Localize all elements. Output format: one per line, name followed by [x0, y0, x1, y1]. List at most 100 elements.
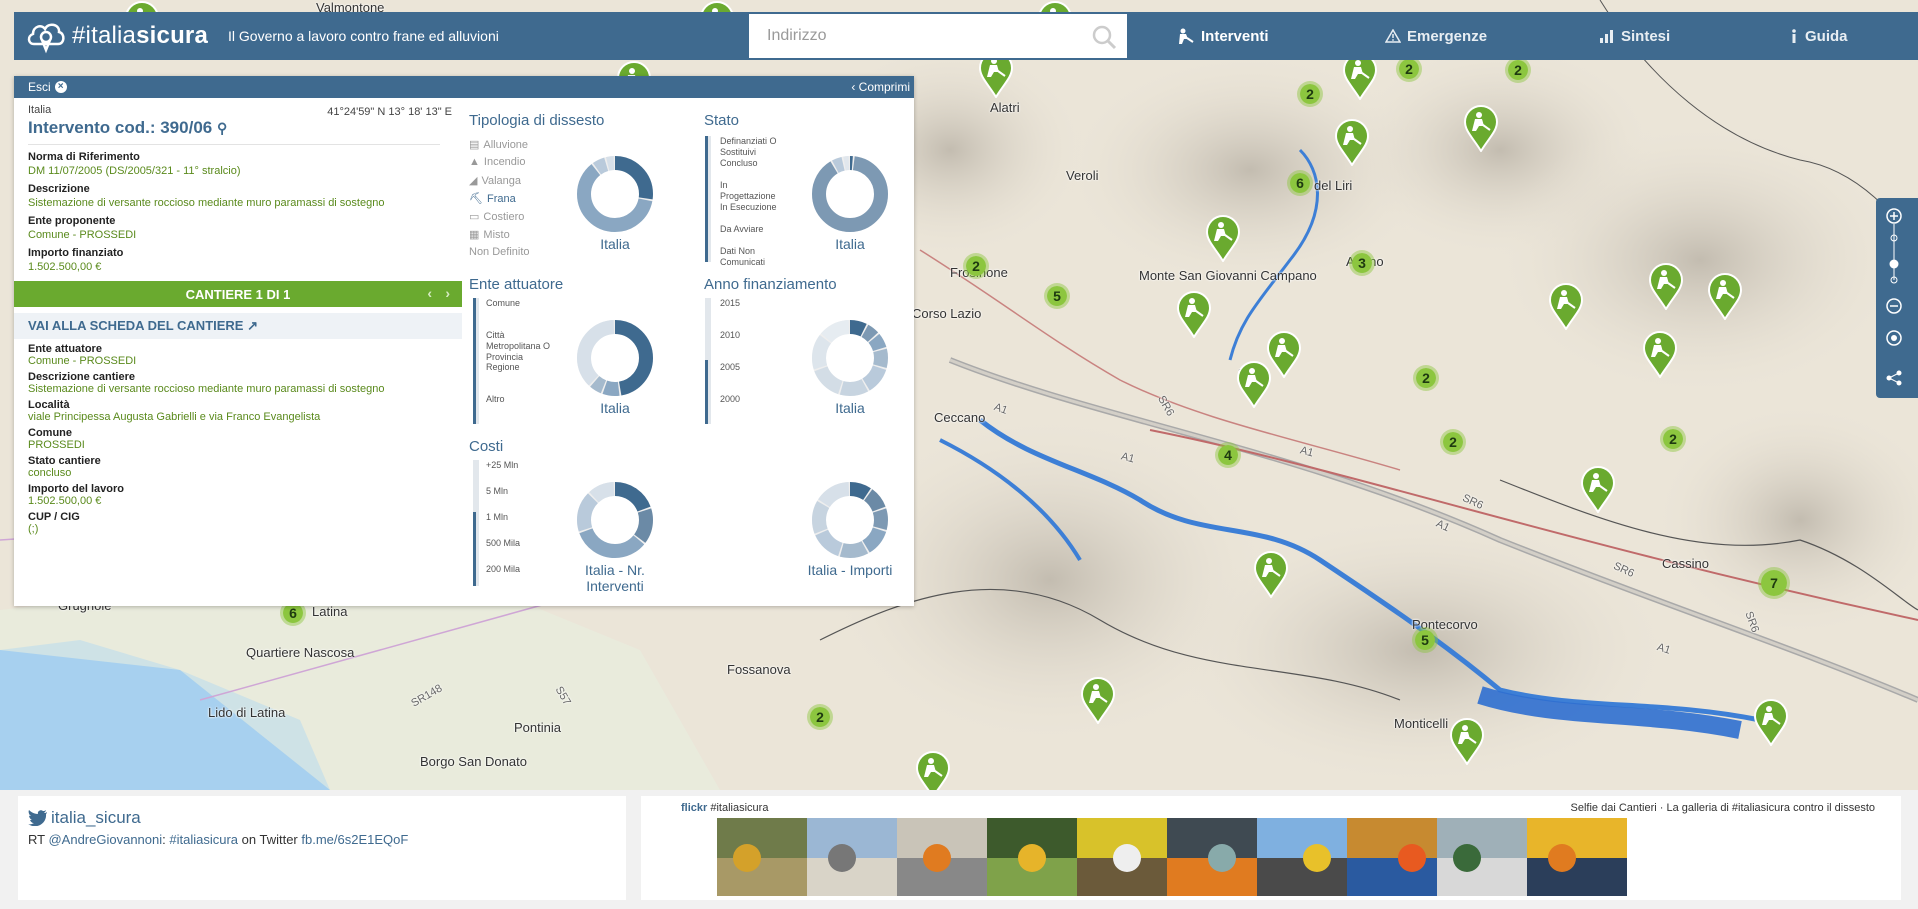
filter-costiero[interactable]: ▭ Costiero — [469, 210, 524, 224]
exit-button[interactable]: Esci × — [28, 80, 67, 94]
map-label: Lido di Latina — [208, 705, 286, 720]
flickr-photo[interactable] — [987, 818, 1087, 896]
donut-ente[interactable] — [575, 318, 655, 398]
intervento-pin-icon[interactable] — [1707, 272, 1743, 321]
costi-option[interactable]: 5 Mln — [486, 486, 508, 497]
stato-option[interactable]: Dati Non Comunicati — [720, 246, 780, 268]
intervento-pin-icon[interactable] — [1334, 118, 1370, 167]
donut-costi-nr[interactable] — [575, 480, 655, 560]
cluster-marker[interactable]: 3 — [1349, 250, 1375, 276]
ente-option[interactable]: Città Metropolitana O Provincia — [486, 330, 556, 363]
flickr-photo[interactable] — [1077, 818, 1177, 896]
collapse-button[interactable]: ‹ Comprimi — [851, 80, 910, 94]
intervento-pin-icon[interactable] — [1753, 698, 1789, 747]
map-label: Pontinia — [514, 720, 561, 735]
cluster-marker[interactable]: 2 — [1505, 57, 1531, 83]
intervento-pin-icon[interactable] — [1236, 360, 1272, 409]
cluster-marker[interactable]: 4 — [1215, 442, 1241, 468]
ente-slider[interactable] — [473, 298, 479, 424]
flickr-photo[interactable] — [1167, 818, 1267, 896]
cluster-marker[interactable]: 2 — [1297, 81, 1323, 107]
anno-slider[interactable] — [705, 298, 711, 424]
anno-option[interactable]: 2010 — [720, 330, 740, 341]
field-label: Stato cantiere — [28, 455, 101, 467]
donut-stato[interactable] — [810, 154, 890, 234]
nav-guida[interactable]: Guida — [1789, 12, 1848, 60]
costi-option[interactable]: +25 Mln — [486, 460, 518, 471]
flickr-header: flickr #italiasicura — [681, 802, 768, 814]
stato-slider[interactable] — [705, 136, 711, 262]
nav-sintesi[interactable]: Sintesi — [1599, 12, 1670, 60]
cluster-marker[interactable]: 2 — [1440, 429, 1466, 455]
stato-option[interactable]: Da Avviare — [720, 224, 780, 235]
stato-option[interactable]: Definanziati O Sostituivi — [720, 136, 780, 158]
search-icon[interactable] — [1091, 24, 1117, 50]
search-input[interactable]: Indirizzo — [749, 14, 1127, 58]
tweet-hashtag-link[interactable]: #italiasicura — [169, 832, 238, 847]
filter-alluvione[interactable]: ▤ Alluvione — [469, 138, 528, 152]
stato-option[interactable]: In Progettazione — [720, 180, 780, 202]
donut-costi-importi[interactable] — [810, 480, 890, 560]
flickr-photo[interactable] — [1257, 818, 1357, 896]
anno-option[interactable]: 2000 — [720, 394, 740, 405]
tweet-url-link[interactable]: fb.me/6s2E1EQoF — [301, 832, 408, 847]
flickr-photo[interactable] — [1527, 818, 1627, 896]
nav-emergenze[interactable]: Emergenze — [1385, 12, 1487, 60]
chevron-right-icon[interactable]: › — [445, 285, 450, 301]
scheda-link[interactable]: VAI ALLA SCHEDA DEL CANTIERE ↗ — [14, 313, 462, 339]
twitter-header[interactable]: italia_sicura — [28, 808, 616, 828]
intervento-pin-icon[interactable] — [1580, 465, 1616, 514]
filter-valanga[interactable]: ◢ Valanga — [469, 174, 521, 188]
ente-option[interactable]: Comune — [486, 298, 556, 309]
flickr-photo[interactable] — [1437, 818, 1537, 896]
filter-non-definito[interactable]: Non Definito — [469, 246, 530, 258]
tweet-mention-link[interactable]: @AndreGiovannoni — [48, 832, 162, 847]
donut-segment[interactable] — [812, 156, 888, 232]
map-marker-icon[interactable]: ⚲ — [217, 120, 227, 136]
costi-slider[interactable] — [473, 460, 479, 586]
filter-frana[interactable]: ⛏ Frana — [469, 192, 516, 206]
flickr-photo[interactable] — [1347, 818, 1447, 896]
cluster-marker[interactable]: 2 — [1413, 365, 1439, 391]
intervento-pin-icon[interactable] — [1642, 330, 1678, 379]
intervento-pin-icon[interactable] — [1463, 104, 1499, 153]
flickr-photo[interactable] — [717, 818, 817, 896]
intervento-pin-icon[interactable] — [1648, 262, 1684, 311]
intervento-pin-icon[interactable] — [1205, 214, 1241, 263]
intervento-pin-icon[interactable] — [1080, 676, 1116, 725]
worker-icon — [1179, 28, 1194, 44]
logo[interactable]: #italiasicura Il Governo a lavoro contro… — [26, 18, 499, 54]
stato-option[interactable]: Concluso — [720, 158, 780, 169]
top-bar: #italiasicura Il Governo a lavoro contro… — [14, 12, 1918, 60]
anno-option[interactable]: 2005 — [720, 362, 740, 373]
intervento-pin-icon[interactable] — [1548, 282, 1584, 331]
donut-anno[interactable] — [810, 318, 890, 398]
cluster-marker[interactable]: 5 — [1412, 627, 1438, 653]
chevron-left-icon[interactable]: ‹ — [427, 285, 432, 301]
filter-incendio[interactable]: ▲ Incendio — [469, 156, 525, 168]
costi-option[interactable]: 1 Mln — [486, 512, 508, 523]
filter-misto[interactable]: ▦ Misto — [469, 228, 510, 242]
costi-option[interactable]: 200 Mila — [486, 564, 520, 575]
costi-option[interactable]: 500 Mila — [486, 538, 520, 549]
stato-option[interactable]: In Esecuzione — [720, 202, 780, 213]
flickr-photo[interactable] — [897, 818, 997, 896]
cluster-marker[interactable]: 2 — [1660, 426, 1686, 452]
cluster-marker[interactable]: 7 — [1758, 567, 1790, 599]
cluster-marker[interactable]: 6 — [1287, 170, 1313, 196]
anno-option[interactable]: 2015 — [720, 298, 740, 309]
slider-fill — [705, 136, 708, 262]
ente-option[interactable]: Regione — [486, 362, 556, 373]
intervento-pin-icon[interactable] — [1176, 290, 1212, 339]
donut-label: Italia - Nr. Interventi — [585, 562, 645, 594]
flickr-photo[interactable] — [807, 818, 907, 896]
cluster-marker[interactable]: 2 — [963, 253, 989, 279]
cluster-marker[interactable]: 5 — [1044, 283, 1070, 309]
cluster-marker[interactable]: 2 — [807, 704, 833, 730]
intervento-pin-icon[interactable] — [1253, 550, 1289, 599]
ente-option[interactable]: Altro — [486, 394, 556, 405]
donut-tipologia[interactable] — [575, 154, 655, 234]
intervento-pin-icon[interactable] — [1449, 717, 1485, 766]
nav-interventi[interactable]: Interventi — [1177, 12, 1269, 60]
intervento-pin-icon[interactable] — [915, 750, 951, 790]
